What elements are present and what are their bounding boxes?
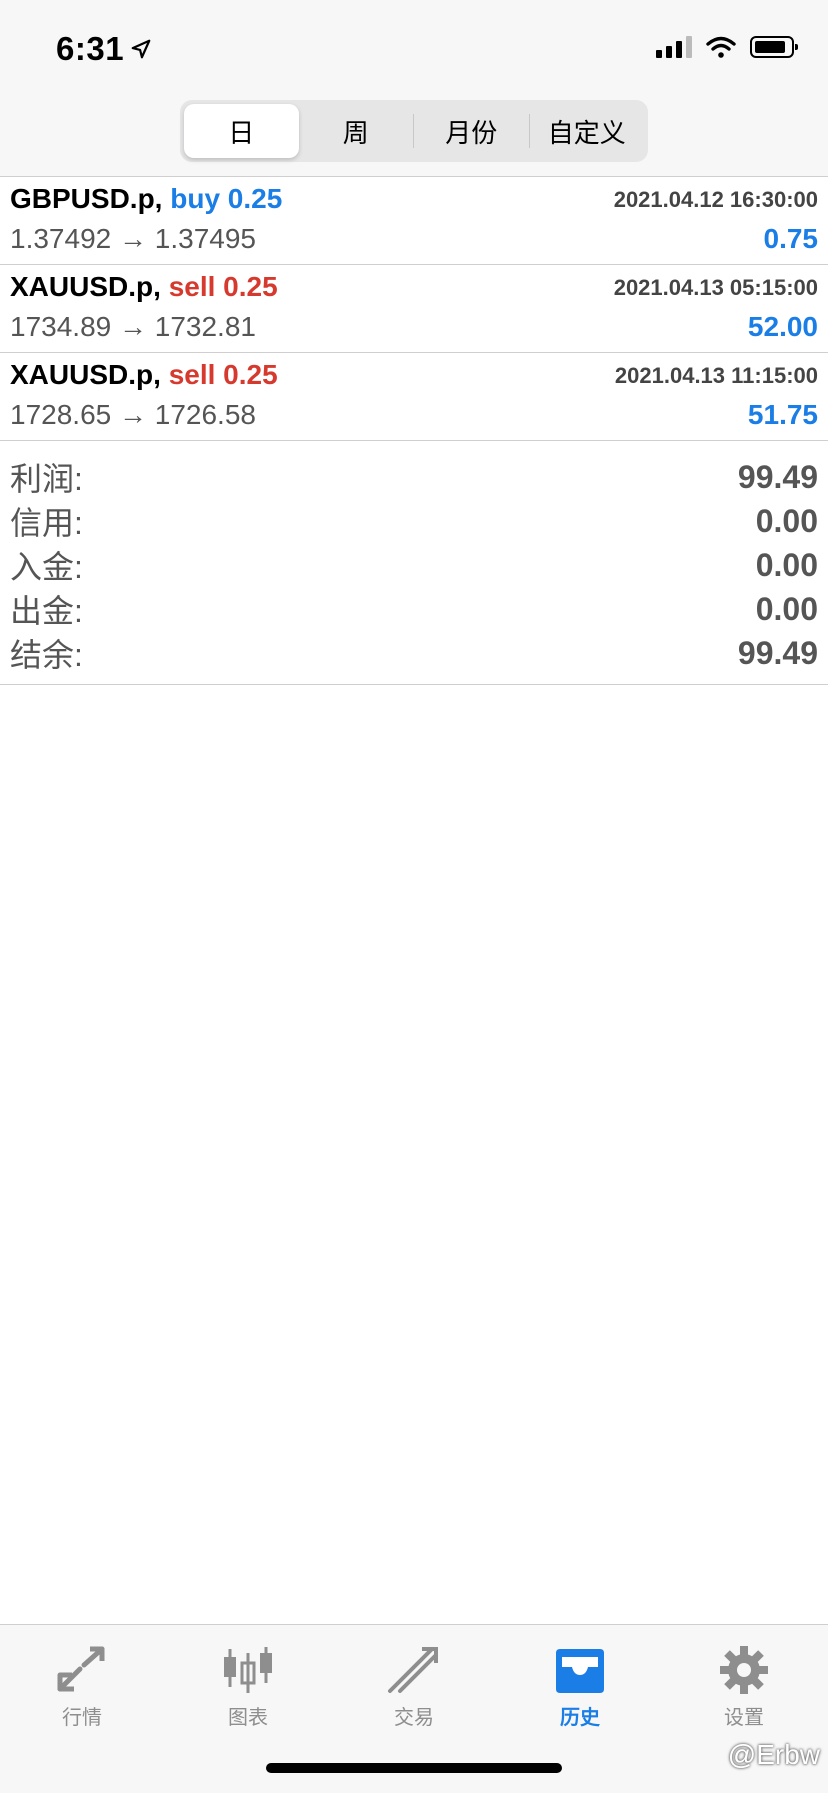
summary-profit-row: 利润: 99.49	[0, 455, 828, 499]
trade-side-volume: sell 0.25	[168, 359, 278, 390]
location-arrow-icon	[131, 39, 151, 59]
trade-symbol: XAUUSD.p,	[10, 359, 161, 390]
tab-label: 行情	[62, 1707, 102, 1729]
trade-profit: 51.75	[747, 399, 818, 430]
watermark: @Erbw	[727, 1739, 820, 1770]
trade-icon	[388, 1647, 438, 1693]
tab-trade[interactable]: 交易	[354, 1645, 474, 1735]
cellular-signal-icon	[656, 36, 692, 58]
summary-value: 99.49	[737, 634, 818, 671]
trade-prices: 1734.89 → 1732.81	[10, 311, 256, 342]
segment-month[interactable]: 月份	[414, 104, 529, 158]
tab-label: 图表	[228, 1707, 268, 1729]
segment-custom-label: 自定义	[547, 117, 626, 148]
status-icons	[656, 36, 798, 58]
home-indicator[interactable]	[266, 1763, 562, 1773]
summary-deposit-row: 入金: 0.00	[0, 543, 828, 587]
trade-title: XAUUSD.p, sell 0.25	[10, 271, 278, 303]
summary-withdrawal-row: 出金: 0.00	[0, 587, 828, 631]
trade-title: XAUUSD.p, sell 0.25	[10, 359, 278, 391]
trade-profit: 52.00	[747, 311, 818, 342]
bottom-tab-bar: 行情 图表 交易 历史 设置 @Erbw	[0, 1624, 828, 1793]
segment-custom[interactable]: 自定义	[530, 104, 645, 158]
settings-icon	[720, 1646, 768, 1694]
segment-day-label: 日	[228, 117, 255, 148]
trade-time: 2021.04.13 11:15:00	[614, 363, 818, 388]
trade-time: 2021.04.13 05:15:00	[613, 275, 818, 300]
trade-row[interactable]: XAUUSD.p, sell 0.25 2021.04.13 05:15:00 …	[0, 265, 828, 353]
segment-week-label: 周	[342, 117, 369, 148]
tab-quotes[interactable]: 行情	[22, 1645, 142, 1735]
trade-row[interactable]: GBPUSD.p, buy 0.25 2021.04.12 16:30:00 1…	[0, 177, 828, 265]
chart-icon	[224, 1647, 272, 1693]
trade-row[interactable]: XAUUSD.p, sell 0.25 2021.04.13 11:15:00 …	[0, 353, 828, 441]
segment-day[interactable]: 日	[184, 104, 299, 158]
tab-chart[interactable]: 图表	[188, 1645, 308, 1735]
tab-settings[interactable]: 设置	[684, 1645, 804, 1735]
top-header: 6:31 日 周 月份 自定义	[0, 0, 828, 177]
summary-label: 信用:	[10, 505, 83, 541]
summary-credit-row: 信用: 0.00	[0, 499, 828, 543]
summary-label: 结余:	[10, 637, 83, 673]
history-icon	[556, 1649, 604, 1693]
trade-profit: 0.75	[763, 223, 819, 254]
trade-side-volume: sell 0.25	[168, 271, 278, 302]
trade-side-volume: buy 0.25	[170, 183, 283, 214]
segment-week[interactable]: 周	[299, 104, 414, 158]
tab-history[interactable]: 历史	[520, 1645, 640, 1735]
trade-symbol: GBPUSD.p,	[10, 183, 163, 214]
summary-label: 入金:	[10, 549, 83, 585]
tab-label: 历史	[560, 1707, 600, 1729]
summary-value: 0.00	[755, 590, 818, 627]
clock: 6:31	[56, 30, 125, 67]
summary-value: 0.00	[755, 546, 818, 583]
period-segmented-control: 日 周 月份 自定义	[180, 100, 648, 162]
summary-value: 0.00	[755, 502, 818, 539]
summary-label: 利润:	[10, 461, 83, 497]
summary-label: 出金:	[10, 593, 83, 629]
wifi-icon	[706, 36, 736, 58]
trade-prices: 1.37492 → 1.37495	[10, 223, 256, 254]
battery-icon	[750, 36, 798, 58]
trade-title: GBPUSD.p, buy 0.25	[10, 183, 282, 215]
trade-time: 2021.04.12 16:30:00	[613, 187, 818, 212]
status-time: 6:31	[56, 30, 152, 68]
segment-month-label: 月份	[445, 117, 498, 148]
trade-history-list: GBPUSD.p, buy 0.25 2021.04.12 16:30:00 1…	[0, 177, 828, 441]
summary-balance-row: 结余: 99.49	[0, 631, 828, 675]
trade-symbol: XAUUSD.p,	[10, 271, 161, 302]
tab-label: 交易	[394, 1707, 434, 1729]
tab-label: 设置	[724, 1707, 764, 1729]
trade-prices: 1728.65 → 1726.58	[10, 399, 256, 430]
account-summary: 利润: 99.49 信用: 0.00 入金: 0.00 出金: 0.00 结余:…	[0, 445, 828, 685]
quotes-icon	[57, 1646, 105, 1692]
summary-value: 99.49	[737, 458, 818, 495]
